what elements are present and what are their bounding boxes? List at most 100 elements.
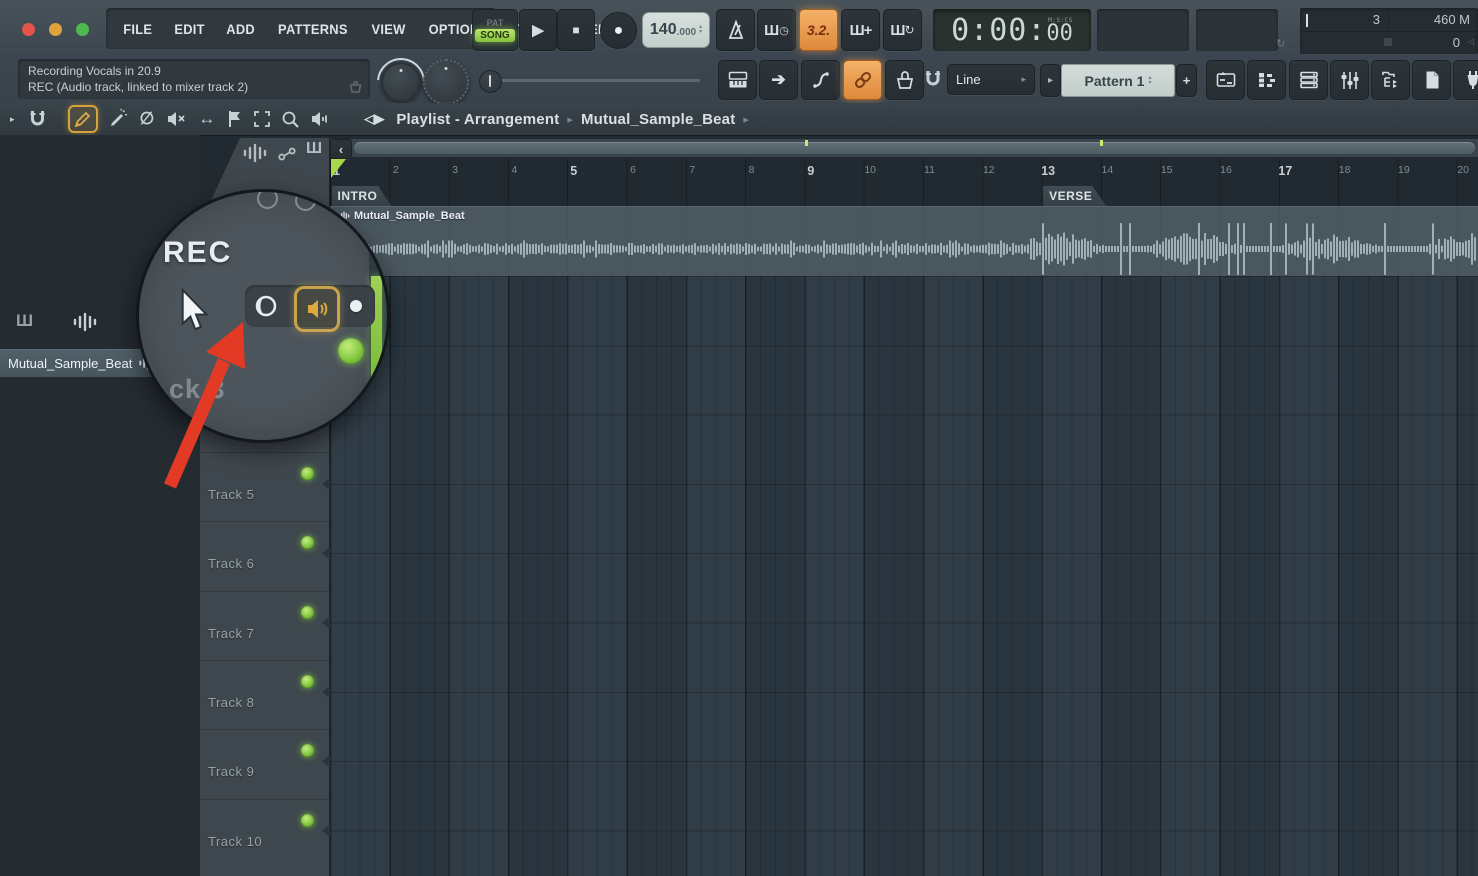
playlist-window-button[interactable] bbox=[1206, 60, 1245, 100]
bar-number-10: 10 bbox=[864, 164, 876, 176]
audio-tab-icon[interactable] bbox=[72, 313, 98, 331]
lens-record-led[interactable] bbox=[338, 338, 364, 364]
snap-selector[interactable]: Line ▸ bbox=[947, 64, 1035, 95]
master-pitch-knob[interactable] bbox=[423, 59, 469, 105]
breadcrumb-item[interactable]: Mutual_Sample_Beat bbox=[581, 111, 735, 128]
wait-icon: Ш bbox=[764, 22, 778, 39]
delete-tool-icon[interactable]: ∅ bbox=[140, 109, 155, 129]
slide-notes-button[interactable] bbox=[801, 60, 840, 100]
toolbar-menu-arrow[interactable]: ▸ bbox=[10, 114, 15, 125]
patterns-tab-icon[interactable]: Ш bbox=[16, 311, 32, 331]
hint-bar: Recording Vocals in 20.9 REC (Audio trac… bbox=[18, 59, 370, 99]
pan-knob-icon[interactable] bbox=[253, 293, 279, 319]
record-icon: ● bbox=[614, 22, 624, 40]
track-name-label: Track 7 bbox=[208, 626, 254, 641]
playlist-menu-icon[interactable]: ◁▶ bbox=[364, 111, 384, 127]
audio-clip[interactable]: Mutual_Sample_Beat bbox=[330, 206, 1478, 279]
zoom-select-icon[interactable] bbox=[253, 110, 271, 128]
typing-keyboard-button[interactable] bbox=[718, 60, 757, 100]
slider-handle[interactable] bbox=[479, 70, 502, 93]
mixer-button[interactable] bbox=[1330, 60, 1369, 100]
track-automation-tab-icon[interactable] bbox=[276, 146, 298, 162]
chevron-right-icon: ▸ bbox=[1021, 74, 1026, 85]
pattern-menu-button[interactable]: ▸ bbox=[1040, 64, 1061, 97]
countdown-button[interactable]: 3.2. bbox=[799, 9, 838, 51]
menu-item-view[interactable]: VIEW bbox=[371, 21, 405, 37]
link-recording-button[interactable] bbox=[843, 60, 882, 100]
track-mute-led[interactable] bbox=[301, 467, 314, 480]
close-button[interactable] bbox=[22, 23, 35, 36]
track-name-label: Track 6 bbox=[208, 556, 254, 571]
track-row-track-8[interactable]: Track 8 bbox=[200, 660, 331, 730]
scrollbar-thumb[interactable] bbox=[354, 142, 1475, 154]
preview-tool-icon[interactable] bbox=[310, 110, 330, 128]
playlist-grid[interactable] bbox=[330, 276, 1478, 876]
track-pattern-tab-icon[interactable]: Ш bbox=[306, 140, 321, 158]
follow-playback-button[interactable]: ➔ bbox=[759, 60, 798, 100]
timeline-ruler[interactable]: 1234567891011121314151617181920 INTROVER… bbox=[330, 158, 1478, 207]
tempo-display[interactable]: 140 .000 ▴▾ bbox=[642, 12, 710, 48]
channel-rack-icon bbox=[1299, 71, 1319, 89]
blend-icon: Ш+ bbox=[850, 22, 872, 39]
menu-item-file[interactable]: FILE bbox=[123, 21, 152, 37]
track-mute-led[interactable] bbox=[301, 536, 314, 549]
track-mute-led[interactable] bbox=[301, 744, 314, 757]
track-row-track-5[interactable]: Track 5 bbox=[200, 452, 331, 522]
clip-waveform bbox=[330, 221, 1478, 277]
track-mute-led[interactable] bbox=[301, 606, 314, 619]
track-mute-led[interactable] bbox=[301, 675, 314, 688]
refresh-icon[interactable]: ↻ bbox=[1276, 37, 1285, 50]
channel-rack-button[interactable] bbox=[1289, 60, 1328, 100]
plugin-button[interactable] bbox=[1453, 60, 1478, 100]
bar-number-2: 2 bbox=[393, 164, 399, 176]
track-row-track-6[interactable]: Track 6 bbox=[200, 521, 331, 591]
stop-button[interactable]: ■ bbox=[557, 9, 595, 51]
menu-item-add[interactable]: ADD bbox=[226, 21, 255, 37]
master-volume-knob[interactable] bbox=[381, 62, 421, 102]
zoom-tool-icon[interactable] bbox=[281, 110, 300, 129]
menu-item-patterns[interactable]: PATTERNS bbox=[278, 21, 348, 37]
track-row-track-10[interactable]: Track 10 bbox=[200, 799, 331, 869]
marker-verse[interactable]: VERSE bbox=[1043, 186, 1106, 206]
lens-partial-track-label: ck 3 bbox=[169, 374, 226, 405]
snap-magnet-icon[interactable] bbox=[925, 69, 941, 89]
pattern-name: Pattern 1 bbox=[1085, 73, 1145, 89]
lens-dot-button[interactable] bbox=[350, 300, 362, 312]
track-row-track-7[interactable]: Track 7 bbox=[200, 591, 331, 661]
monitor-speaker-button[interactable] bbox=[294, 286, 340, 332]
breadcrumb-section[interactable]: Playlist - Arrangement bbox=[396, 111, 559, 128]
mute-tool-icon[interactable] bbox=[166, 110, 186, 128]
time-display[interactable]: 0:00: M:S:CS 00 bbox=[933, 9, 1091, 51]
add-pattern-button[interactable]: + bbox=[1176, 64, 1197, 97]
track-audio-tab-icon[interactable] bbox=[242, 144, 268, 162]
blend-recording-button[interactable]: Ш+ bbox=[841, 9, 880, 51]
menu-item-edit[interactable]: EDIT bbox=[174, 21, 204, 37]
loop-record-button[interactable]: Ш↻ bbox=[883, 9, 922, 51]
browser-button[interactable] bbox=[1371, 60, 1410, 100]
track-row-track-9[interactable]: Track 9 bbox=[200, 729, 331, 799]
track-mute-led[interactable] bbox=[301, 814, 314, 827]
pat-song-toggle[interactable]: PAT SONG bbox=[472, 9, 518, 51]
draw-tool-button[interactable] bbox=[68, 105, 98, 133]
playback-tool-icon[interactable] bbox=[227, 110, 243, 128]
project-picker-button[interactable] bbox=[1412, 60, 1451, 100]
slip-tool-icon[interactable]: ↔ bbox=[198, 109, 215, 129]
pattern-selector[interactable]: Pattern 1 ▴▾ bbox=[1061, 64, 1175, 97]
paint-tool-icon[interactable] bbox=[108, 109, 128, 129]
arrow-right-icon: ➔ bbox=[771, 70, 785, 90]
playlist-icon bbox=[1216, 71, 1236, 89]
minimize-button[interactable] bbox=[49, 23, 62, 36]
scroll-left-button[interactable]: ‹ bbox=[330, 139, 352, 159]
wait-for-input-button[interactable]: Ш◷ bbox=[757, 9, 796, 51]
zoom-button[interactable] bbox=[76, 23, 89, 36]
plus-icon: + bbox=[1183, 73, 1191, 88]
piano-roll-button[interactable] bbox=[1247, 60, 1286, 100]
shuffle-slider[interactable] bbox=[478, 66, 708, 94]
play-button[interactable]: ▶ bbox=[519, 9, 557, 51]
metronome-button[interactable] bbox=[716, 9, 755, 51]
document-icon bbox=[1423, 70, 1441, 90]
magnet-icon[interactable] bbox=[29, 109, 46, 129]
timeline-scrollbar[interactable]: ‹ bbox=[330, 139, 1478, 157]
pot-controller-button[interactable] bbox=[885, 60, 924, 100]
record-button[interactable]: ● bbox=[600, 12, 637, 49]
